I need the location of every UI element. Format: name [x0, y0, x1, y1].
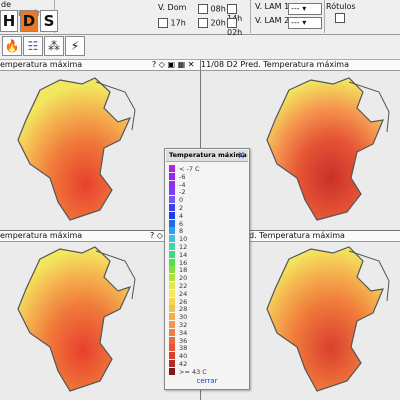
hour-20-label: 20h — [210, 18, 226, 28]
legend-label: 40 — [179, 352, 188, 361]
legend-header: Temperatura máxima X — [166, 150, 248, 162]
legend-label: 16 — [179, 258, 188, 267]
legend-label: 24 — [179, 289, 188, 298]
legend-title: Temperatura máxima — [169, 151, 247, 159]
legend-label: 34 — [179, 328, 188, 337]
v-dom-label: V. Dom — [158, 3, 187, 12]
hds-buttons: H D S — [0, 10, 58, 32]
legend-label: 14 — [179, 250, 188, 259]
region-shape — [266, 246, 384, 392]
legend-swatch — [169, 243, 175, 250]
hour-17-label: 17h — [170, 18, 186, 28]
legend-close-button[interactable]: X — [239, 150, 244, 161]
rotulos-label: Rótulos — [326, 2, 356, 11]
hour-08-checkbox[interactable] — [198, 4, 208, 14]
legend-label: -4 — [179, 180, 186, 189]
region-shape — [17, 246, 132, 392]
legend-swatch — [169, 204, 175, 211]
thermometer-icon[interactable]: ☷ — [23, 36, 43, 56]
legend-swatch — [169, 196, 175, 204]
hour-08-label: 08h — [210, 4, 226, 14]
legend-swatch — [169, 258, 175, 266]
cerrar-link[interactable]: cerrar — [165, 377, 249, 385]
rotulos-group: Rótulos — [326, 0, 356, 33]
legend-swatch — [169, 367, 175, 375]
legend-swatch — [169, 360, 175, 367]
legend-swatch — [169, 250, 175, 258]
lightning-icon[interactable]: ⚡ — [65, 36, 85, 56]
legend-swatch — [169, 313, 175, 321]
region-shape — [266, 77, 384, 221]
legend-swatch — [169, 227, 175, 235]
legend-swatch — [169, 235, 175, 243]
legend-swatch — [169, 219, 175, 227]
legend-label: -6 — [179, 172, 186, 181]
legend-swatch — [169, 336, 175, 344]
legend-label: 2 — [179, 204, 184, 212]
legend-label: 12 — [179, 243, 188, 251]
legend-swatch — [169, 297, 175, 305]
legend-label: 36 — [179, 336, 188, 345]
legend-swatch — [169, 352, 175, 360]
legend-swatch — [169, 172, 175, 180]
legend-label: 30 — [179, 313, 188, 322]
legend-label: 4 — [179, 211, 184, 220]
legend-label: 10 — [179, 235, 188, 244]
legend-label: 42 — [179, 360, 188, 368]
legend-swatch — [169, 321, 175, 328]
legend-swatch — [169, 282, 175, 289]
legend-label: 28 — [179, 305, 188, 314]
vdom-group: V. Dom 08h 14h 17h 20h 02h — [154, 0, 251, 37]
legend-swatch — [169, 188, 175, 196]
d-button[interactable]: D — [20, 10, 38, 32]
h-button[interactable]: H — [0, 10, 18, 32]
vlam-group: V. LAM 1 --- ▾ V. LAM 2 --- ▾ — [252, 0, 325, 33]
hour-20-checkbox[interactable] — [198, 18, 208, 28]
v-lam2-label: V. LAM 2 — [255, 16, 290, 25]
legend-label: 18 — [179, 266, 188, 275]
legend-label: 0 — [179, 196, 184, 205]
legend-swatch — [169, 165, 175, 172]
legend-label: 38 — [179, 344, 188, 353]
v-lam1-label: V. LAM 1 — [255, 2, 290, 11]
legend-label: 26 — [179, 297, 188, 306]
tool-icons-row: 🔥 ☷ ⁂ ⚡ — [0, 35, 400, 60]
legend-swatch — [169, 328, 175, 336]
legend-swatch — [169, 180, 175, 188]
legend-swatch — [169, 344, 175, 352]
legend-label: 32 — [179, 321, 188, 329]
fire-icon[interactable]: 🔥 — [2, 36, 22, 56]
hour-17-checkbox[interactable] — [158, 18, 168, 28]
legend-swatch — [169, 266, 175, 274]
legend-label: -2 — [179, 188, 186, 197]
v-lam2-select[interactable]: --- ▾ — [288, 17, 322, 29]
legend-label: 6 — [179, 219, 184, 228]
drops-icon[interactable]: ⁂ — [44, 36, 64, 56]
legend-label: 22 — [179, 282, 188, 290]
legend-label: 20 — [179, 274, 188, 283]
legend-label: >= 43 C — [179, 367, 207, 376]
legend-swatch — [169, 211, 175, 219]
legend-swatch — [169, 289, 175, 297]
hour-02-checkbox[interactable] — [227, 18, 237, 28]
rotulos-checkbox[interactable] — [335, 13, 345, 23]
s-button[interactable]: S — [40, 10, 58, 32]
hour-14-checkbox[interactable] — [227, 4, 237, 14]
region-shape — [17, 77, 132, 221]
legend-popup: Temperatura máxima X < -7 C -6 -4 -2 0 2 4 6 8 10… — [164, 148, 250, 390]
prediction-group: de Predicción H D S — [0, 0, 58, 33]
legend-label: 8 — [179, 227, 184, 236]
panel-icons[interactable]: ? ◇ ▣ ▦ ✕ — [152, 60, 194, 70]
legend-swatch — [169, 274, 175, 282]
top-toolbar: de Predicción H D S V. Dom 08h 14h 17h 2… — [0, 0, 400, 37]
legend-label: < -7 C — [179, 165, 200, 173]
v-lam1-select[interactable]: --- ▾ — [288, 3, 322, 15]
legend-swatch — [169, 305, 175, 313]
